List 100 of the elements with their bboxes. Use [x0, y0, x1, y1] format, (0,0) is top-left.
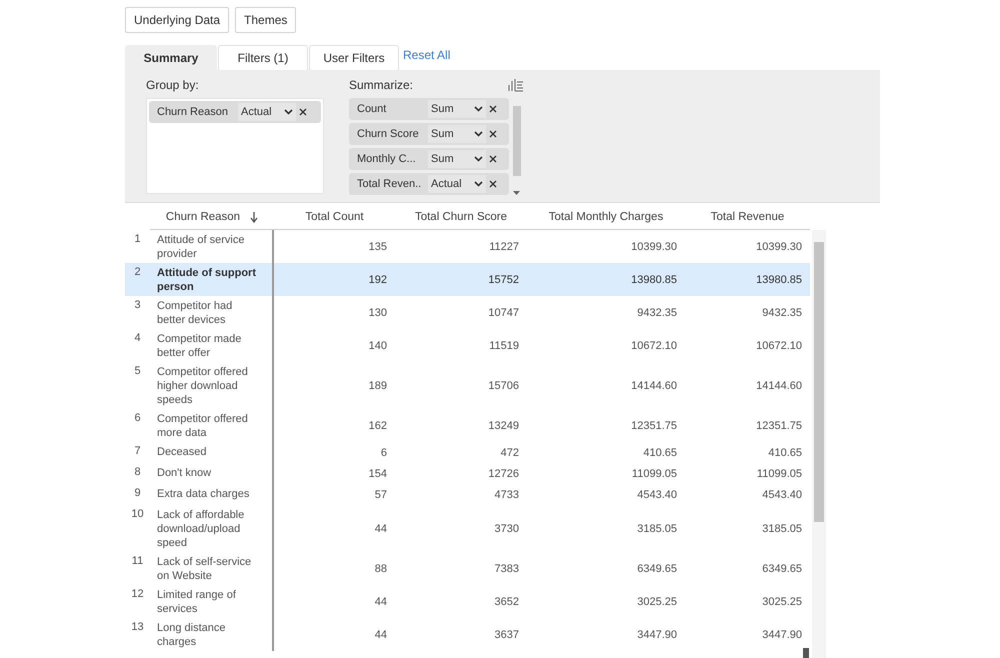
table-cell-text: 14144.60 — [630, 378, 678, 394]
table-cell-text: 4543.40 — [636, 488, 678, 502]
table-cell-text: 189 — [368, 378, 388, 394]
field-chip[interactable]: Churn Reason Actual — [149, 101, 321, 123]
table-cell-text: 12351.75 — [755, 418, 803, 434]
table-cell-text: 154 — [368, 466, 388, 482]
table-cell-text: 10399.30 — [630, 240, 678, 254]
table-cell-text: 140 — [368, 338, 388, 354]
table-cell-text: 10399.30 — [755, 240, 803, 254]
field-name: Total Reven.. — [357, 178, 422, 190]
toolbar-button[interactable]: Themes — [235, 7, 296, 33]
table-cell-text: 10672.10 — [755, 338, 803, 354]
table-cell-text: 15752 — [487, 272, 520, 288]
field-name: Count — [357, 103, 388, 115]
summarize-label: Summarize: — [349, 78, 414, 92]
row-number: 2 — [133, 265, 142, 280]
table-cell-text: 410.65 — [767, 446, 803, 460]
table-cell-text: 4543.40 — [761, 488, 803, 502]
table-cell-text: 88 — [374, 562, 388, 576]
tab[interactable]: User Filters — [309, 45, 399, 70]
table-cell-text: 3447.90 — [636, 628, 678, 642]
table-cell-text: 11099.05 — [756, 466, 803, 482]
table-cell-text: 3185.05 — [761, 522, 803, 536]
field-name: Churn Reason — [157, 106, 229, 118]
table-cell-text: 3730 — [494, 522, 520, 536]
scroll-down-icon[interactable] — [513, 191, 520, 195]
table-cell-text: 9432.35 — [761, 306, 803, 320]
aggregation-select[interactable]: Sum — [428, 100, 486, 118]
table-cell-text: 472 — [500, 446, 520, 460]
row-number: 11 — [130, 554, 144, 569]
table-cell-text: 410.65 — [642, 446, 678, 460]
tab[interactable]: Summary — [125, 45, 217, 70]
close-icon[interactable] — [489, 155, 497, 163]
table-cell-text: 3025.25 — [761, 594, 803, 610]
table-cell-text: 192 — [368, 272, 388, 288]
row-number: 9 — [133, 486, 142, 501]
table-row[interactable]: 2 Attitude of support person 192 15752 13980.85 13980.85 — [125, 263, 810, 296]
table-cell: Long distance charges — [150, 618, 274, 651]
table-cell-text: 6349.65 — [636, 562, 678, 576]
table-cell-text: 44 — [374, 594, 388, 610]
tab[interactable]: Filters (1) — [218, 45, 308, 70]
aggregation-select[interactable]: Sum — [428, 125, 486, 143]
row-number: 5 — [133, 364, 142, 379]
table-cell-text: 3637 — [494, 628, 520, 642]
scroll-handle[interactable] — [803, 648, 809, 658]
row-number: 8 — [133, 465, 142, 480]
close-icon[interactable] — [489, 105, 497, 113]
table-cell-text: 11227 — [488, 240, 520, 254]
field-chip[interactable]: Monthly C... Sum — [349, 148, 509, 170]
chevron-down-icon — [474, 156, 483, 162]
table-cell-text: 4733 — [494, 488, 520, 502]
field-chip[interactable]: Churn Score Sum — [349, 123, 509, 145]
row-number: 12 — [130, 587, 145, 602]
sort-down-icon[interactable] — [250, 212, 258, 222]
table-cell-text: 10747 — [487, 306, 520, 320]
toolbar-button[interactable]: Underlying Data — [125, 7, 230, 33]
table-cell-text: 6 — [380, 446, 388, 460]
field-name: Monthly C... — [357, 153, 417, 165]
table-cell-text: 162 — [368, 418, 388, 434]
chevron-down-icon — [284, 109, 293, 115]
table-cell-text: 14144.60 — [755, 378, 803, 394]
chevron-down-icon — [474, 181, 483, 187]
field-chip[interactable]: Total Reven.. Actual — [349, 173, 509, 195]
row-number: 4 — [133, 331, 142, 346]
table-cell-text: 13980.85 — [630, 272, 678, 288]
close-icon[interactable] — [489, 130, 497, 138]
row-number: 1 — [133, 232, 142, 247]
table-cell-text: 7383 — [494, 562, 520, 576]
table-cell-text: 44 — [374, 522, 388, 536]
chevron-down-icon — [474, 131, 483, 137]
table-cell-text: 130 — [368, 306, 388, 320]
table-cell-text: 12351.75 — [630, 418, 678, 434]
chevron-down-icon — [474, 106, 483, 112]
reset-all-link[interactable]: Reset All — [403, 48, 450, 62]
close-icon[interactable] — [299, 108, 307, 116]
table-cell-text: 15706 — [487, 378, 520, 394]
table-cell-text: 44 — [374, 628, 388, 642]
row-number: 13 — [130, 620, 145, 635]
close-icon[interactable] — [489, 180, 497, 188]
aggregation-select[interactable]: Sum — [428, 150, 486, 168]
row-number: 10 — [130, 507, 145, 522]
table-cell-text: 10672.10 — [630, 338, 678, 354]
table-cell-text: 6349.65 — [761, 562, 803, 576]
field-chip[interactable]: Count Sum — [349, 98, 509, 120]
table-cell-text: 3025.25 — [636, 594, 678, 610]
table-cell-text: 11099.05 — [630, 466, 678, 482]
aggregation-select[interactable]: Actual — [428, 175, 486, 193]
row-number: 3 — [133, 298, 142, 313]
table-cell-text: 12726 — [487, 466, 520, 482]
table-cell-text: 3652 — [494, 594, 520, 610]
table-cell-text: 9432.35 — [636, 306, 678, 320]
aggregation-select[interactable]: Actual — [238, 103, 296, 121]
table-cell-text: 13980.85 — [755, 272, 803, 288]
chart-settings-icon[interactable] — [508, 78, 524, 92]
group-by-label: Group by: — [146, 78, 199, 92]
table-cell-text: 57 — [374, 488, 388, 502]
scrollbar[interactable] — [812, 230, 826, 658]
row-number: 6 — [133, 411, 142, 426]
table-cell-text: 3185.05 — [636, 522, 678, 536]
field-name: Churn Score — [357, 128, 420, 140]
